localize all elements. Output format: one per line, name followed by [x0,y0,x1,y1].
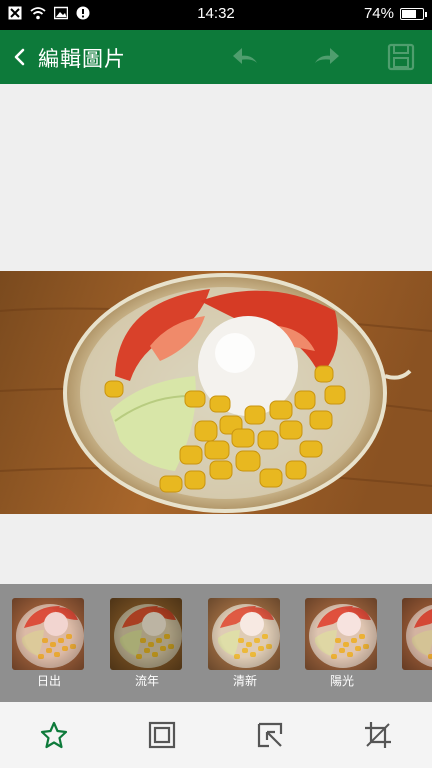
filter-thumbnail [110,598,182,670]
filter-thumbnail [208,598,280,670]
app-bar: 編輯圖片 [0,30,432,84]
page-title: 編輯圖片 [38,47,126,71]
bottom-toolbar [0,702,432,768]
save-icon[interactable] [386,43,416,71]
filter-item[interactable]: 日出 [12,598,86,689]
status-bar: 14:32 74% [0,0,432,30]
frame-icon[interactable] [147,720,177,750]
effects-star-icon[interactable] [39,720,69,750]
battery-percent: 74% [363,5,394,22]
battery-fill [402,9,417,18]
filter-label: 美 [402,672,432,689]
filter-item[interactable]: 清新 [208,598,282,689]
filter-thumbnail [402,598,432,670]
image-canvas[interactable] [0,84,432,584]
filter-label: 流年 [134,674,159,688]
battery-icon [400,7,427,20]
crop-icon[interactable] [363,720,393,750]
filter-item[interactable]: 陽光 [305,598,379,689]
filter-thumbnail [12,598,84,670]
adjust-icon[interactable] [255,720,285,750]
filter-label: 陽光 [329,674,354,688]
filter-label: 清新 [232,674,257,688]
filter-strip[interactable]: 日出 流年 清新 陽光 [0,584,432,702]
salad-photo [0,271,432,514]
chevron-left-icon[interactable] [8,43,32,71]
redo-icon[interactable] [312,43,342,71]
filter-thumbnail [305,598,377,670]
filter-label: 日出 [36,674,61,688]
battery-status: 74% [363,5,427,22]
filter-item[interactable]: 流年 [110,598,184,689]
filter-item[interactable]: 美 [402,598,432,689]
undo-icon[interactable] [230,43,260,71]
edited-photo[interactable] [0,271,432,514]
